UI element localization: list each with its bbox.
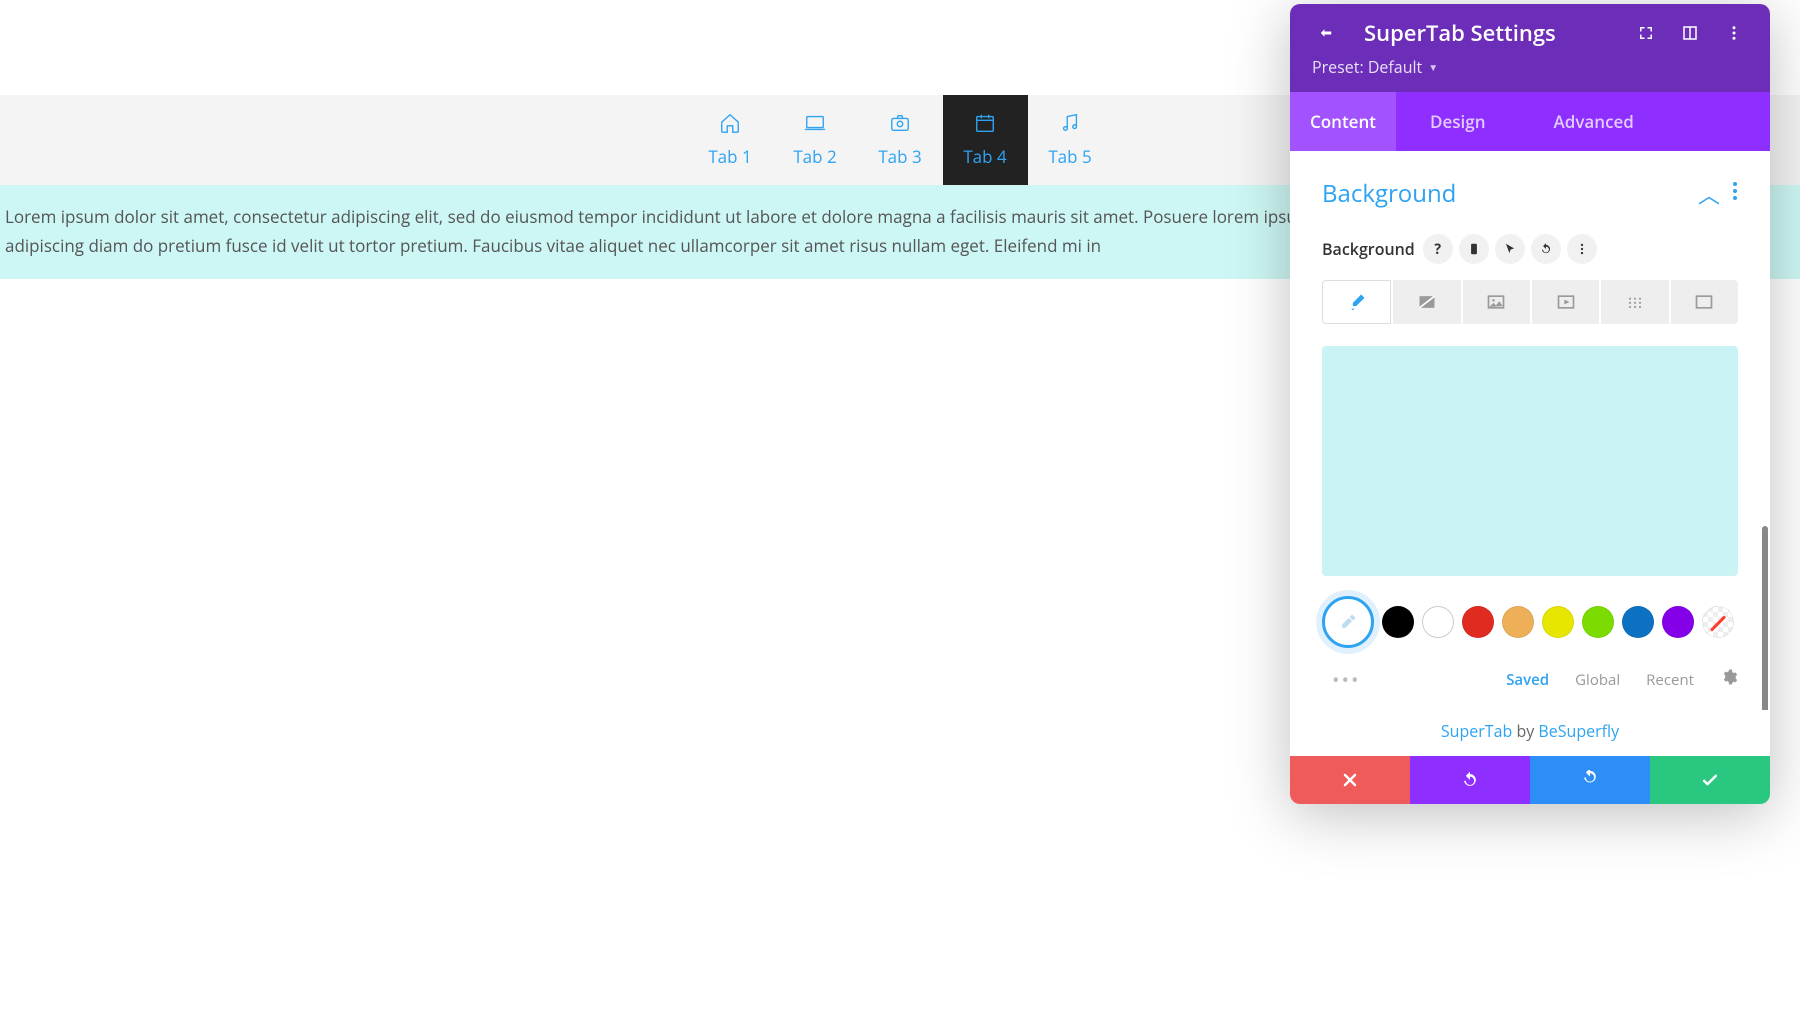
caret-down-icon: ▼ [1428,60,1438,74]
palette-more-icon[interactable]: ••• [1332,666,1361,693]
tab-label: Tab 1 [708,145,751,168]
swatch-orange[interactable] [1502,606,1534,638]
color-preview[interactable] [1322,346,1738,576]
panel-title: SuperTab Settings [1364,18,1556,48]
more-icon[interactable] [1720,19,1748,47]
bg-type-image[interactable] [1463,280,1530,324]
panel-footer [1290,756,1770,804]
palette-tab-saved[interactable]: Saved [1506,670,1549,690]
swatch-purple[interactable] [1662,606,1694,638]
swatch-green[interactable] [1582,606,1614,638]
palette-settings-icon[interactable] [1720,668,1738,691]
collapse-icon[interactable]: ︿ [1698,178,1720,210]
back-icon[interactable] [1312,19,1340,47]
swatch-red[interactable] [1462,606,1494,638]
section-title: Background [1322,177,1698,210]
bg-type-mask[interactable] [1671,280,1738,324]
credit-product-link[interactable]: SuperTab [1441,720,1512,742]
bg-type-color[interactable] [1322,280,1391,324]
panel-tab-design[interactable]: Design [1396,92,1520,151]
palette-tab-global[interactable]: Global [1575,670,1620,690]
laptop-icon [804,112,826,139]
camera-icon [889,112,911,139]
home-icon [719,112,741,139]
bg-type-pattern[interactable] [1601,280,1668,324]
tab-label: Tab 5 [1048,145,1091,168]
expand-icon[interactable] [1632,19,1660,47]
tab-4[interactable]: Tab 4 [943,95,1028,185]
field-more-icon[interactable] [1567,234,1597,264]
swatch-none[interactable] [1702,606,1734,638]
tab-3[interactable]: Tab 3 [858,95,943,185]
panel-tab-content[interactable]: Content [1290,92,1396,151]
tab-5[interactable]: Tab 5 [1028,95,1113,185]
hover-icon[interactable] [1495,234,1525,264]
bg-type-gradient[interactable] [1393,280,1460,324]
calendar-icon [974,112,996,139]
responsive-icon[interactable] [1459,234,1489,264]
panel-tab-advanced[interactable]: Advanced [1520,92,1654,151]
redo-button[interactable] [1530,756,1650,804]
swatch-blue[interactable] [1622,606,1654,638]
tab-1[interactable]: Tab 1 [688,95,773,185]
palette-tab-recent[interactable]: Recent [1646,670,1694,690]
panel-credit: SuperTab by BeSuperfly [1290,710,1770,756]
section-more-icon[interactable] [1732,181,1738,206]
settings-panel: SuperTab Settings Preset: Default ▼ Cont… [1290,4,1770,804]
cancel-button[interactable] [1290,756,1410,804]
panel-header: SuperTab Settings Preset: Default ▼ [1290,4,1770,92]
bg-type-video[interactable] [1532,280,1599,324]
credit-author-link[interactable]: BeSuperfly [1538,720,1619,742]
columns-icon[interactable] [1676,19,1704,47]
save-button[interactable] [1650,756,1770,804]
swatch-black[interactable] [1382,606,1414,638]
tab-label: Tab 2 [793,145,836,168]
swatch-eyedropper[interactable] [1322,596,1374,648]
scrollbar-thumb[interactable] [1762,526,1768,710]
tab-2[interactable]: Tab 2 [773,95,858,185]
swatch-row [1322,596,1738,648]
bg-type-tabs [1322,280,1738,324]
undo-button[interactable] [1410,756,1530,804]
preset-selector[interactable]: Preset: Default ▼ [1312,56,1748,78]
swatch-white[interactable] [1422,606,1454,638]
tab-label: Tab 3 [878,145,921,168]
preset-label: Preset: Default [1312,56,1422,78]
help-icon[interactable]: ? [1423,234,1453,264]
panel-tabs: Content Design Advanced [1290,92,1770,151]
music-icon [1059,112,1081,139]
field-label: Background [1322,238,1415,260]
swatch-yellow[interactable] [1542,606,1574,638]
tab-label: Tab 4 [963,145,1006,168]
reset-icon[interactable] [1531,234,1561,264]
panel-body: Background ︿ Background ? [1290,151,1770,710]
